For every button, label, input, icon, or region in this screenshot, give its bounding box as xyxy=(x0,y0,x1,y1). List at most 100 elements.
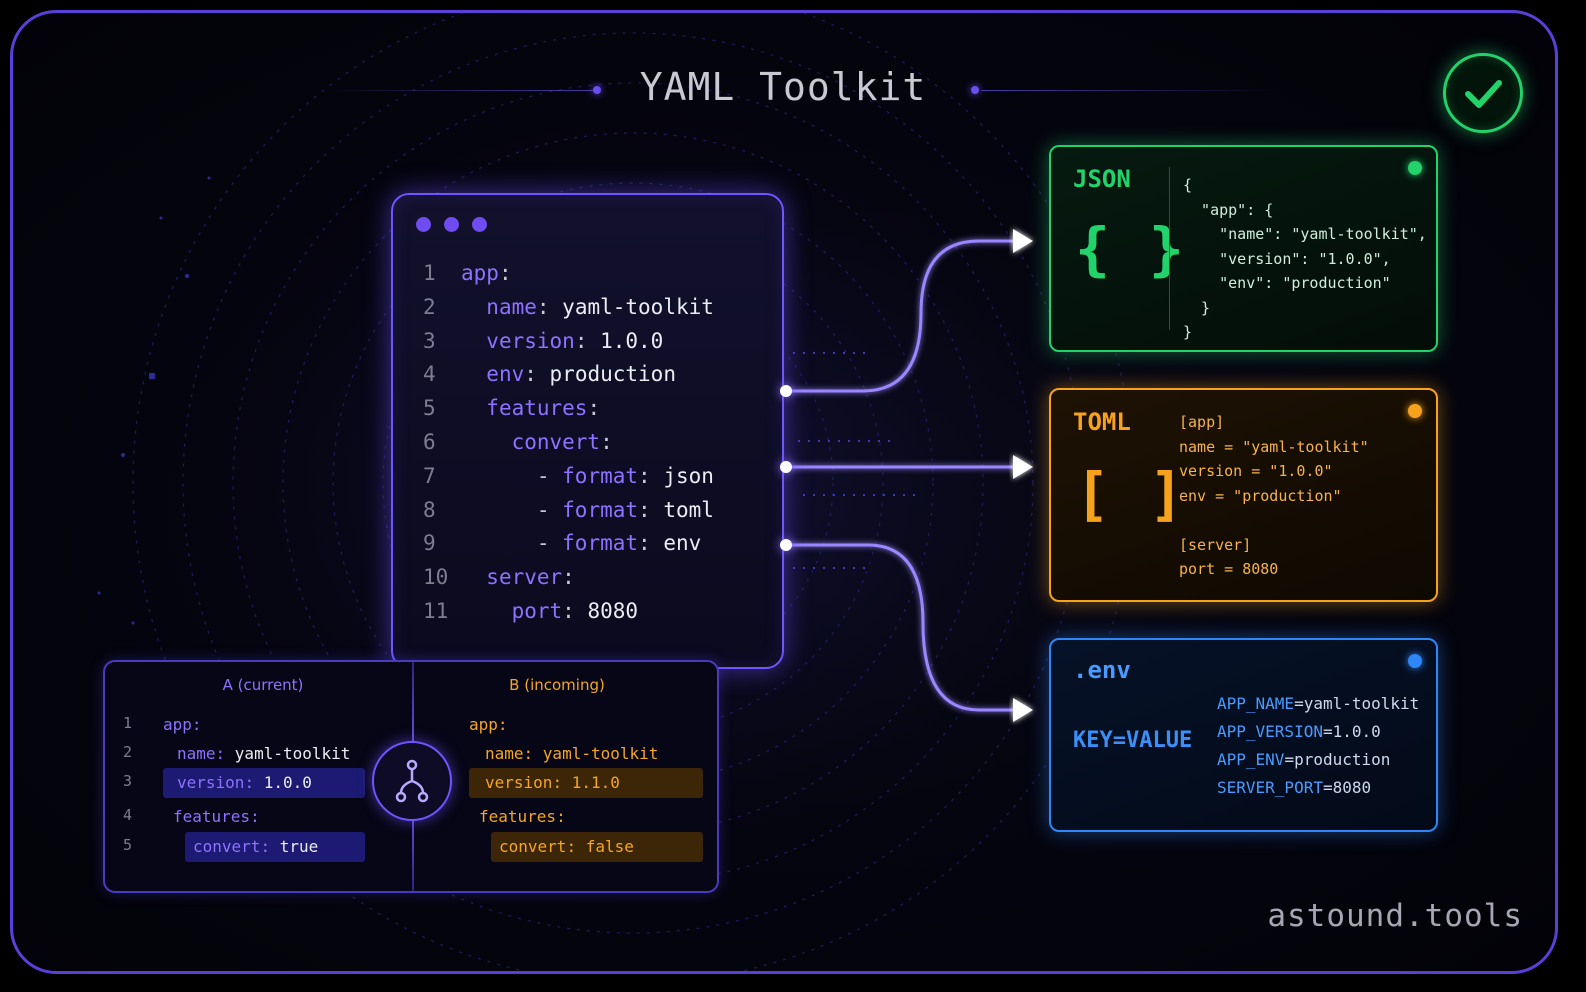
code-line: 6 convert: xyxy=(423,426,714,460)
yaml-separator: : xyxy=(562,565,575,590)
code-line: 5 features: xyxy=(423,392,714,426)
title-line-left xyxy=(323,90,593,91)
diff-separator: : xyxy=(497,715,508,734)
yaml-key: version xyxy=(486,328,575,353)
list-dash: - xyxy=(536,463,563,488)
output-port-json xyxy=(780,385,792,397)
code-line: 9 - format: env xyxy=(423,527,714,561)
line-number: 11 xyxy=(423,598,449,623)
diff-line-number: 1 xyxy=(123,714,133,732)
toml-status-dot xyxy=(1408,404,1422,418)
line-number: 8 xyxy=(423,497,436,522)
output-port-toml xyxy=(780,461,792,473)
diff-line-b: app: xyxy=(469,710,508,740)
yaml-key: name xyxy=(486,294,537,319)
yaml-separator: : xyxy=(574,328,601,353)
toml-code: [app] name = "yaml-toolkit" version = "1.0… xyxy=(1179,410,1369,582)
brackets-icon: [ ] xyxy=(1075,460,1186,528)
code-line: 8 - format: toml xyxy=(423,494,714,528)
diff-key: app xyxy=(469,715,498,734)
yaml-code: 1 app: 2 name: yaml-toolkit 3 version: 1.0.… xyxy=(423,257,714,629)
yaml-separator: : xyxy=(600,429,613,454)
code-line: 7 - format: json xyxy=(423,460,714,494)
diff-line-b: version: 1.1.0 xyxy=(469,768,703,798)
env-code-line: SERVER_PORT=8080 xyxy=(1217,774,1419,802)
json-code-line: } xyxy=(1183,298,1211,317)
diff-value: 1.1.0 xyxy=(571,773,620,792)
title-line-right xyxy=(981,90,1281,91)
yaml-key: format xyxy=(562,463,639,488)
diff-header-incoming: B (incoming) xyxy=(509,676,605,694)
yaml-key: format xyxy=(562,497,639,522)
yaml-value: json xyxy=(663,463,714,488)
diff-value: true xyxy=(279,837,319,856)
diff-line-number: 3 xyxy=(123,772,133,790)
diff-key: features xyxy=(173,807,251,826)
env-status-dot xyxy=(1408,654,1422,668)
yaml-key: format xyxy=(562,531,639,556)
diff-line-number: 2 xyxy=(123,743,133,761)
diff-value: yaml-toolkit xyxy=(542,744,659,763)
yaml-value: yaml-toolkit xyxy=(562,294,714,319)
yaml-separator: : xyxy=(524,362,550,387)
diff-line-b: features: xyxy=(479,802,566,832)
json-separator xyxy=(1169,167,1170,330)
code-line: 3 version: 1.0.0 xyxy=(423,325,714,359)
diff-key: convert xyxy=(499,837,567,856)
env-code-line: APP_VERSION=1.0.0 xyxy=(1217,718,1419,746)
window-dot-1 xyxy=(416,217,431,232)
json-code-line: "app": { xyxy=(1183,200,1274,219)
diff-value: false xyxy=(585,837,634,856)
toml-output-card[interactable]: TOML [ ] [app] name = "yaml-toolkit" versi… xyxy=(1049,388,1438,602)
json-code-line: } xyxy=(1183,323,1193,341)
merge-diff-panel[interactable]: A (current) B (incoming) 1 2 3 4 5 app: name: … xyxy=(103,660,719,893)
title-dot-right xyxy=(971,86,979,94)
diff-key: app xyxy=(163,715,192,734)
diff-line-number: 5 xyxy=(123,836,133,854)
env-code-line: APP_ENV=production xyxy=(1217,746,1419,774)
diff-header-current: A (current) xyxy=(222,676,304,694)
toml-code-line: [server] xyxy=(1179,535,1252,554)
list-dash: - xyxy=(536,497,563,522)
toml-code-line: [app] xyxy=(1179,413,1225,431)
diff-separator: : xyxy=(250,807,260,826)
diff-line-b: name: yaml-toolkit xyxy=(485,739,658,769)
json-code: { "app": { "name": "yaml-toolkit", "vers… xyxy=(1183,173,1427,345)
yaml-editor[interactable]: 1 app: 2 name: yaml-toolkit 3 version: 1.0.… xyxy=(391,193,784,669)
window-dot-3 xyxy=(472,217,487,232)
yaml-separator: : xyxy=(498,261,512,285)
diff-separator: : xyxy=(191,715,202,734)
diff-key: features xyxy=(479,807,557,826)
yaml-value: 1.0.0 xyxy=(600,328,664,353)
diff-value: yaml-toolkit xyxy=(234,744,351,763)
json-code-line: "env": "production" xyxy=(1183,274,1391,292)
json-code-line: "version": "1.0.0", xyxy=(1183,249,1391,268)
code-line: 2 name: yaml-toolkit xyxy=(423,291,714,325)
yaml-separator: : xyxy=(587,396,601,421)
diff-separator: : xyxy=(552,773,572,792)
env-value: =production xyxy=(1284,750,1391,769)
merge-icon[interactable] xyxy=(372,741,452,821)
diff-separator: : xyxy=(244,773,264,792)
line-number: 10 xyxy=(423,565,449,590)
yaml-separator: : xyxy=(562,598,588,623)
diff-line-a: features: xyxy=(173,802,260,832)
diff-key: name xyxy=(177,744,216,763)
env-output-card[interactable]: .env KEY=VALUE APP_NAME=yaml-toolkit APP_… xyxy=(1049,638,1438,832)
line-number: 6 xyxy=(423,429,436,454)
diff-line-a: app: xyxy=(163,710,202,740)
diff-separator: : xyxy=(566,837,586,856)
yaml-key: server xyxy=(486,565,563,590)
json-output-card[interactable]: JSON { } { "app": { "name": "yaml-toolki… xyxy=(1049,145,1438,352)
diff-separator: : xyxy=(556,807,566,826)
env-key: APP_ENV xyxy=(1217,750,1285,769)
diff-line-number: 4 xyxy=(123,806,133,824)
yaml-key: app xyxy=(461,261,499,285)
toml-code-line: version = "1.0.0" xyxy=(1179,462,1333,480)
yaml-separator: : xyxy=(536,294,563,319)
line-number: 3 xyxy=(423,328,436,353)
yaml-key: port xyxy=(511,598,563,623)
env-value: =yaml-toolkit xyxy=(1294,694,1420,713)
json-title: JSON xyxy=(1073,165,1131,193)
toml-code-line: name = "yaml-toolkit" xyxy=(1179,437,1369,456)
